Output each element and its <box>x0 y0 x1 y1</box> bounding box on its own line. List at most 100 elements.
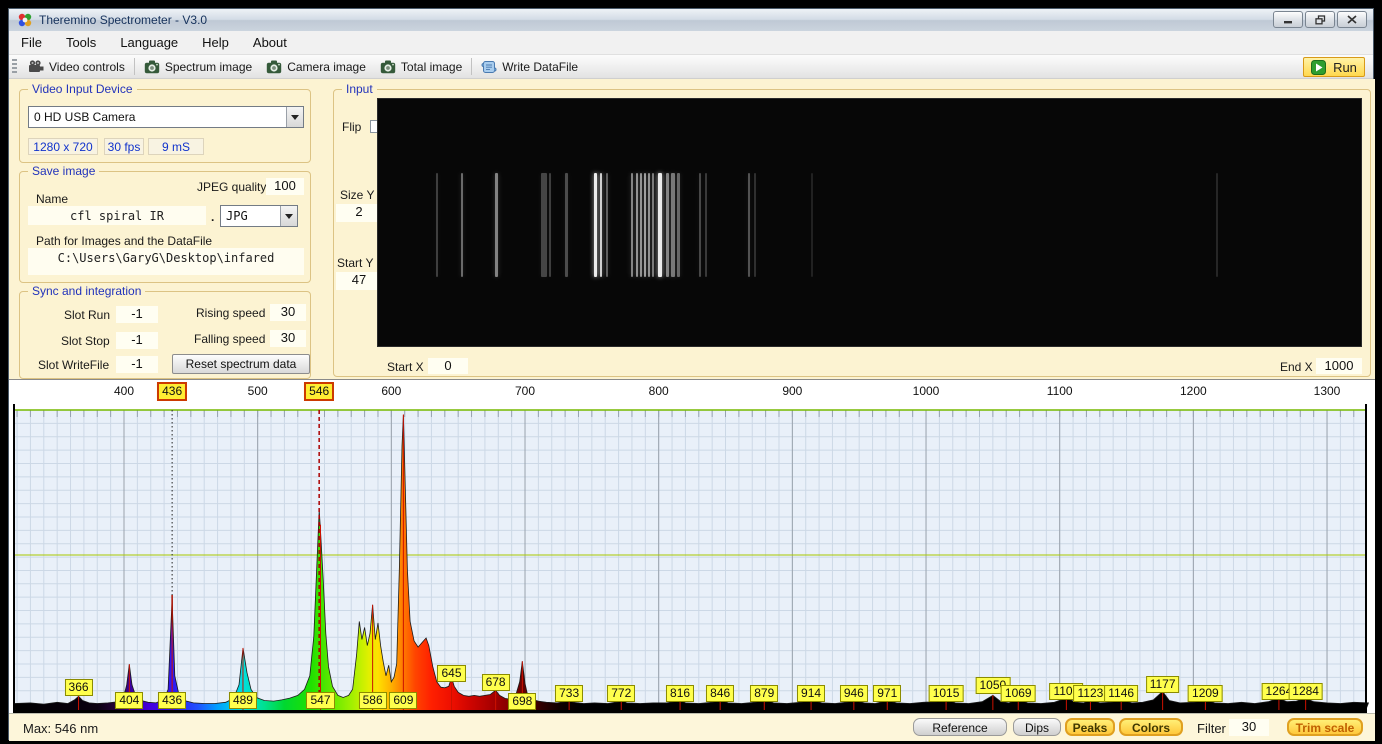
filename-field[interactable]: cfl spiral IR <box>28 206 206 225</box>
slot-run-field[interactable]: -1 <box>116 306 158 323</box>
path-field[interactable]: C:\Users\GaryG\Desktop\infared <box>28 248 304 275</box>
toolbar-button-camera-image[interactable]: Camera image <box>259 58 373 76</box>
menu-bar: File Tools Language Help About <box>9 31 1373 55</box>
status-bar: Max: 546 nm Reference Dips Peaks Colors … <box>9 713 1375 741</box>
menu-item-tools[interactable]: Tools <box>54 32 108 53</box>
resolution-box[interactable]: 1280 x 720 <box>28 138 98 155</box>
axis-highlight-label: 436 <box>157 382 188 401</box>
toolbar-button-total-image[interactable]: Total image <box>373 58 469 76</box>
save-image-group: Save image JPEG quality 100 Name cfl spi… <box>19 164 311 283</box>
menu-item-about[interactable]: About <box>241 32 299 53</box>
axis-highlight-label: 546 <box>304 382 335 401</box>
start-x-field[interactable]: 0 <box>428 358 468 374</box>
spectral-line <box>435 173 438 277</box>
peak-label: 879 <box>750 685 779 702</box>
spectral-line <box>658 173 663 277</box>
spectrum-chart[interactable]: 400 500 600 700 800 900 1000 1100 1200 1300 436 546… <box>9 379 1375 714</box>
start-y-field[interactable]: 47 <box>336 272 382 290</box>
title-bar[interactable]: Theremino Spectrometer - V3.0 <box>9 9 1373 31</box>
toolbar-button-label: Write DataFile <box>502 59 579 74</box>
jpeg-quality-field[interactable]: 100 <box>266 178 304 195</box>
spectral-line <box>635 173 638 277</box>
reference-button[interactable]: Reference <box>913 718 1007 736</box>
format-value: JPG <box>226 209 248 223</box>
peak-label: 1209 <box>1188 685 1223 702</box>
chevron-down-icon[interactable] <box>280 206 297 226</box>
toolbar-grip[interactable] <box>12 58 17 75</box>
size-y-field[interactable]: 2 <box>336 204 382 222</box>
restore-button[interactable] <box>1305 11 1335 28</box>
toolbar-button-label: Total image <box>400 59 463 74</box>
chevron-down-icon[interactable] <box>286 107 303 127</box>
spectral-line <box>666 173 670 277</box>
run-button[interactable]: Run <box>1303 57 1365 77</box>
exposure-box[interactable]: 9 mS <box>148 138 204 155</box>
spectrum-plot[interactable] <box>9 380 1375 714</box>
peak-label: 971 <box>873 685 902 702</box>
toolbar-button-write-datafile[interactable]: Write DataFile <box>474 58 585 76</box>
spectral-line <box>652 173 655 277</box>
menu-item-file[interactable]: File <box>9 32 54 53</box>
axis-tick-label: 1300 <box>1313 384 1341 398</box>
run-label: Run <box>1333 59 1357 75</box>
rising-speed-field[interactable]: 30 <box>270 304 306 321</box>
end-x-label: End X <box>1280 360 1313 374</box>
falling-speed-field[interactable]: 30 <box>270 330 306 347</box>
slot-run-label: Slot Run <box>64 308 111 322</box>
reset-spectrum-button[interactable]: Reset spectrum data <box>172 354 310 374</box>
colors-button[interactable]: Colors <box>1119 718 1183 736</box>
size-y-label: Size Y <box>340 188 375 202</box>
slot-writefile-field[interactable]: -1 <box>116 356 158 373</box>
peak-label: 1015 <box>928 685 964 702</box>
axis-tick-label: 1100 <box>1046 384 1073 398</box>
fps-box[interactable]: 30 fps <box>104 138 144 155</box>
falling-speed-label: Falling speed <box>194 332 266 346</box>
spectral-line <box>670 173 675 277</box>
spectral-line <box>747 173 750 277</box>
axis-tick-label: 1200 <box>1180 384 1207 398</box>
scroll-icon <box>481 60 497 74</box>
peak-label: 1069 <box>1000 685 1036 702</box>
menu-item-help[interactable]: Help <box>190 32 241 53</box>
spectral-line <box>810 173 813 277</box>
peak-label: 1146 <box>1104 685 1139 702</box>
menu-item-language[interactable]: Language <box>108 32 190 53</box>
peaks-button[interactable]: Peaks <box>1065 718 1115 736</box>
peak-label: 816 <box>666 685 695 702</box>
spectral-line <box>644 173 647 277</box>
video-camera-icon <box>28 59 44 74</box>
toolbar-button-video-controls[interactable]: Video controls <box>21 58 132 76</box>
window-title: Theremino Spectrometer - V3.0 <box>39 13 208 27</box>
spectral-line <box>549 173 552 277</box>
format-select[interactable]: JPG <box>220 205 298 227</box>
filter-field[interactable]: 30 <box>1229 719 1269 736</box>
photo-camera-icon <box>266 60 282 74</box>
toolbar-button-spectrum-image[interactable]: Spectrum image <box>137 58 259 76</box>
photo-camera-icon <box>380 60 396 74</box>
dips-button[interactable]: Dips <box>1013 718 1061 736</box>
close-button[interactable] <box>1337 11 1367 28</box>
toolbar-separator <box>133 58 135 75</box>
axis-tick-label: 500 <box>247 384 268 398</box>
save-image-group-title: Save image <box>28 164 100 178</box>
video-device-select[interactable]: 0 HD USB Camera <box>28 106 304 128</box>
video-input-group: Video Input Device 0 HD USB Camera 1280 … <box>19 82 311 163</box>
peak-label: 678 <box>481 674 510 691</box>
spectral-line <box>460 173 463 277</box>
slot-stop-field[interactable]: -1 <box>116 332 158 349</box>
toolbar-separator <box>471 58 473 75</box>
axis-tick-label: 700 <box>514 384 536 398</box>
spectral-line <box>564 173 568 277</box>
peak-label: 1177 <box>1145 676 1180 693</box>
flip-label: Flip <box>342 120 362 134</box>
sync-group-title: Sync and integration <box>28 284 146 298</box>
spectral-line <box>541 173 548 277</box>
peak-label: 489 <box>228 692 257 709</box>
trim-scale-button[interactable]: Trim scale <box>1287 718 1363 736</box>
camera-preview[interactable] <box>377 98 1362 347</box>
app-logo-icon <box>18 13 32 27</box>
peak-label: 436 <box>158 692 187 709</box>
end-x-field[interactable]: 1000 <box>1316 358 1362 374</box>
spectral-line <box>648 173 651 277</box>
minimize-button[interactable] <box>1273 11 1303 28</box>
